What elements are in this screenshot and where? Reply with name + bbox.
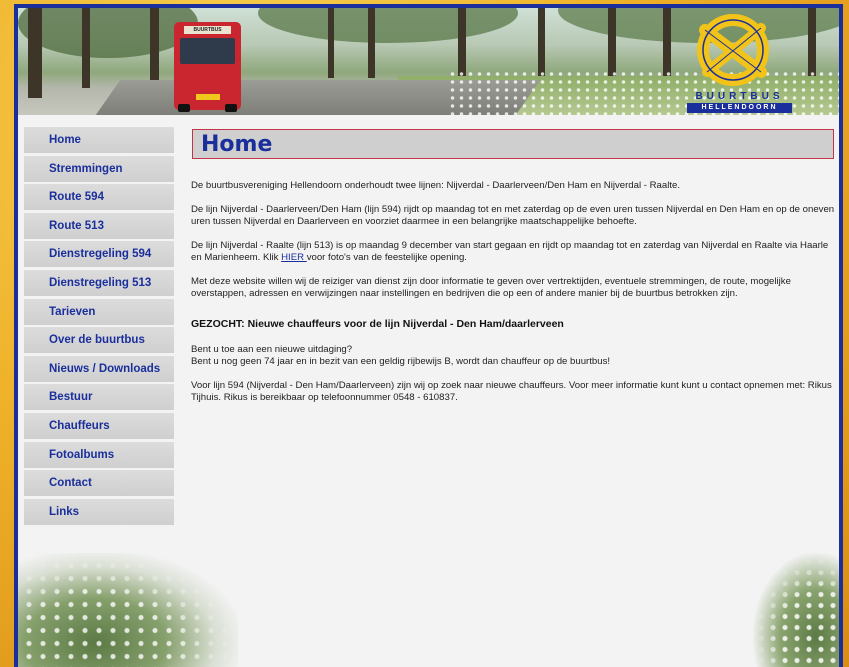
bus-image: BUURTBUS [174, 22, 241, 112]
nav-item-route-594[interactable]: Route 594 [24, 184, 174, 211]
nav-item-links[interactable]: Links [24, 498, 174, 525]
nav-item-tarieven[interactable]: Tarieven [24, 298, 174, 325]
flowers-decoration-left [18, 553, 238, 667]
vacancy-contact-paragraph: Voor lijn 594 (Nijverdal - Den Ham/Daarl… [191, 380, 832, 403]
nav-item-home[interactable]: Home [24, 127, 174, 153]
flowers-decoration-right [753, 553, 839, 667]
nav-item-fotoalbums[interactable]: Fotoalbums [24, 441, 174, 468]
vacancy-intro-paragraph: Bent u toe aan een nieuwe uitdaging? Bent… [191, 344, 839, 368]
nav-item-nieuws-downloads[interactable]: Nieuws / Downloads [24, 355, 174, 382]
sidebar-nav: Home Stremmingen Route 594 Route 513 Die… [24, 127, 174, 527]
vacancy-requirement: Bent u nog geen 74 jaar en in bezit van … [191, 356, 611, 367]
logo-mark-icon [697, 14, 769, 86]
line-513-paragraph: De lijn Nijverdal - Raalte (lijn 513) is… [191, 240, 839, 264]
main-content: De buurtbusvereniging Hellendoorn onderh… [191, 180, 839, 416]
line-513-text-after: voor foto's van de feestelijke opening. [306, 252, 467, 263]
nav-item-dienstregeling-594[interactable]: Dienstregeling 594 [24, 241, 174, 268]
vacancy-heading: GEZOCHT: Nieuwe chauffeurs voor de lijn … [191, 318, 564, 330]
nav-item-contact[interactable]: Contact [24, 470, 174, 497]
page-title-box: Home [192, 129, 834, 159]
intro-paragraph: De buurtbusvereniging Hellendoorn onderh… [191, 180, 681, 191]
bus-sign: BUURTBUS [184, 26, 231, 34]
nav-item-over-de-buurtbus[interactable]: Over de buurtbus [24, 327, 174, 354]
website-purpose-paragraph: Met deze website willen wij de reiziger … [191, 276, 791, 299]
nav-item-bestuur[interactable]: Bestuur [24, 384, 174, 411]
logo-subtext: HELLENDOORN [687, 103, 792, 113]
page-inner: BUURTBUS BUURTBUS HELLENDOORN Home Strem… [18, 8, 839, 667]
nav-item-route-513[interactable]: Route 513 [24, 212, 174, 239]
nav-item-chauffeurs[interactable]: Chauffeurs [24, 412, 174, 439]
logo-text: BUURTBUS [695, 91, 784, 102]
nav-item-dienstregeling-513[interactable]: Dienstregeling 513 [24, 269, 174, 296]
buurtbus-logo: BUURTBUS HELLENDOORN [673, 10, 793, 114]
page-frame: BUURTBUS BUURTBUS HELLENDOORN Home Strem… [14, 4, 843, 667]
line-594-paragraph: De lijn Nijverdal - Daarlerveen/Den Ham … [191, 204, 835, 227]
header-banner: BUURTBUS BUURTBUS HELLENDOORN [18, 8, 839, 115]
photos-link[interactable]: HIER [281, 252, 307, 263]
page-title: Home [201, 132, 273, 157]
vacancy-question: Bent u toe aan een nieuwe uitdaging? [191, 344, 353, 355]
nav-item-stremmingen[interactable]: Stremmingen [24, 155, 174, 182]
